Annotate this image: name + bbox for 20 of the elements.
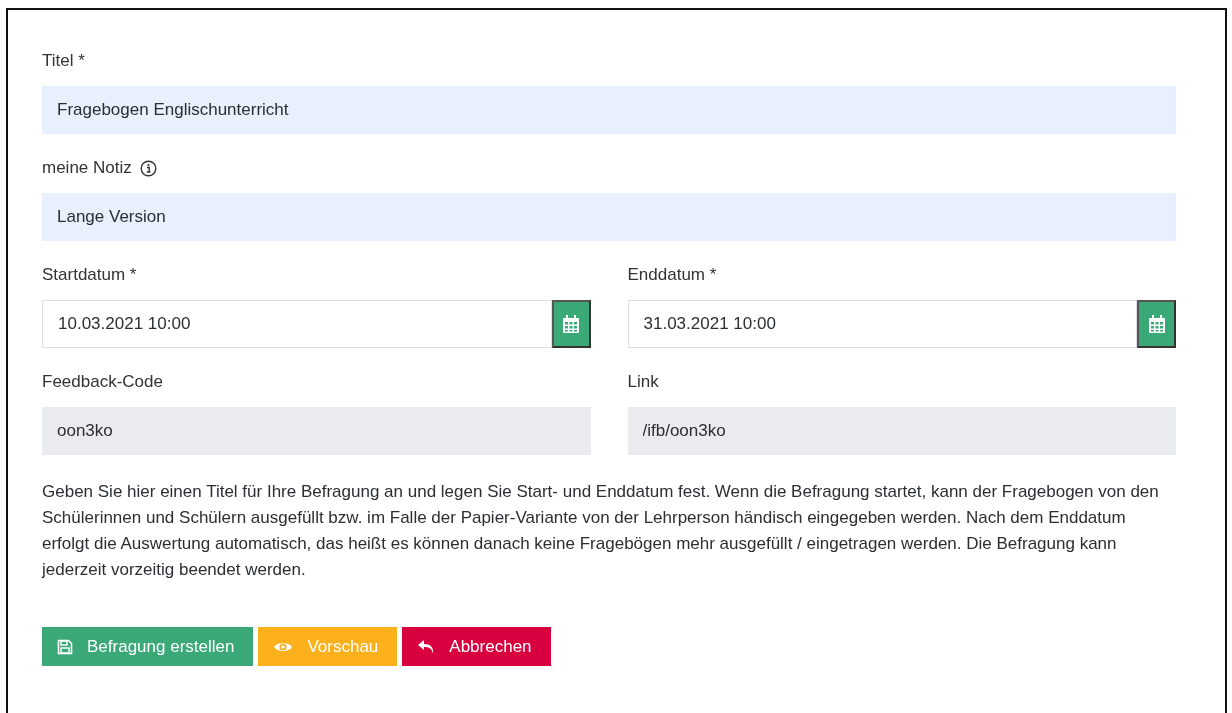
help-text: Geben Sie hier einen Titel für Ihre Befragung an und legen Sie Start- und Enddatum fest. Wenn die Befragung startet, kann der Fragebogen von den Schülerinnen und Schülern ausgefüllt bzw. im Falle der Papier-Variante von der Lehrperson händisch eingegeben werden. Nach dem Enddatum erfolgt die Auswertung automatisch, das heißt es können danach keine Fragebögen mehr ausgefüllt / eingetragen werden. Die Befragung kann jederzeit vorzeitig beendet werden. (42, 481, 1160, 581)
text-field[interactable]: Lange Version (42, 193, 1176, 241)
field-label: Link (627, 372, 659, 392)
info-icon[interactable] (139, 159, 157, 177)
calendar-button[interactable] (551, 300, 591, 348)
field-label: meine Notiz (42, 158, 132, 178)
field-label: Startdatum * (42, 265, 137, 285)
calendar-icon (562, 314, 580, 334)
text-field[interactable]: Fragebogen Englischunterricht (42, 86, 1176, 134)
field-label: Enddatum * (627, 265, 717, 285)
date-field[interactable]: 10.03.2021 10:00 (42, 300, 552, 348)
field-label: Feedback-Code (42, 372, 163, 392)
date-field[interactable]: 31.03.2021 10:00 (627, 300, 1137, 348)
cancel-button[interactable]: Abbrechen (402, 627, 551, 666)
text-field[interactable]: oon3ko (42, 407, 591, 455)
text-field[interactable]: /ifb/oon3ko (627, 407, 1176, 455)
calendar-button[interactable] (1137, 300, 1176, 348)
calendar-icon (1147, 314, 1166, 334)
field-label: Titel * (42, 51, 85, 71)
reply-arrow-icon (417, 638, 436, 655)
